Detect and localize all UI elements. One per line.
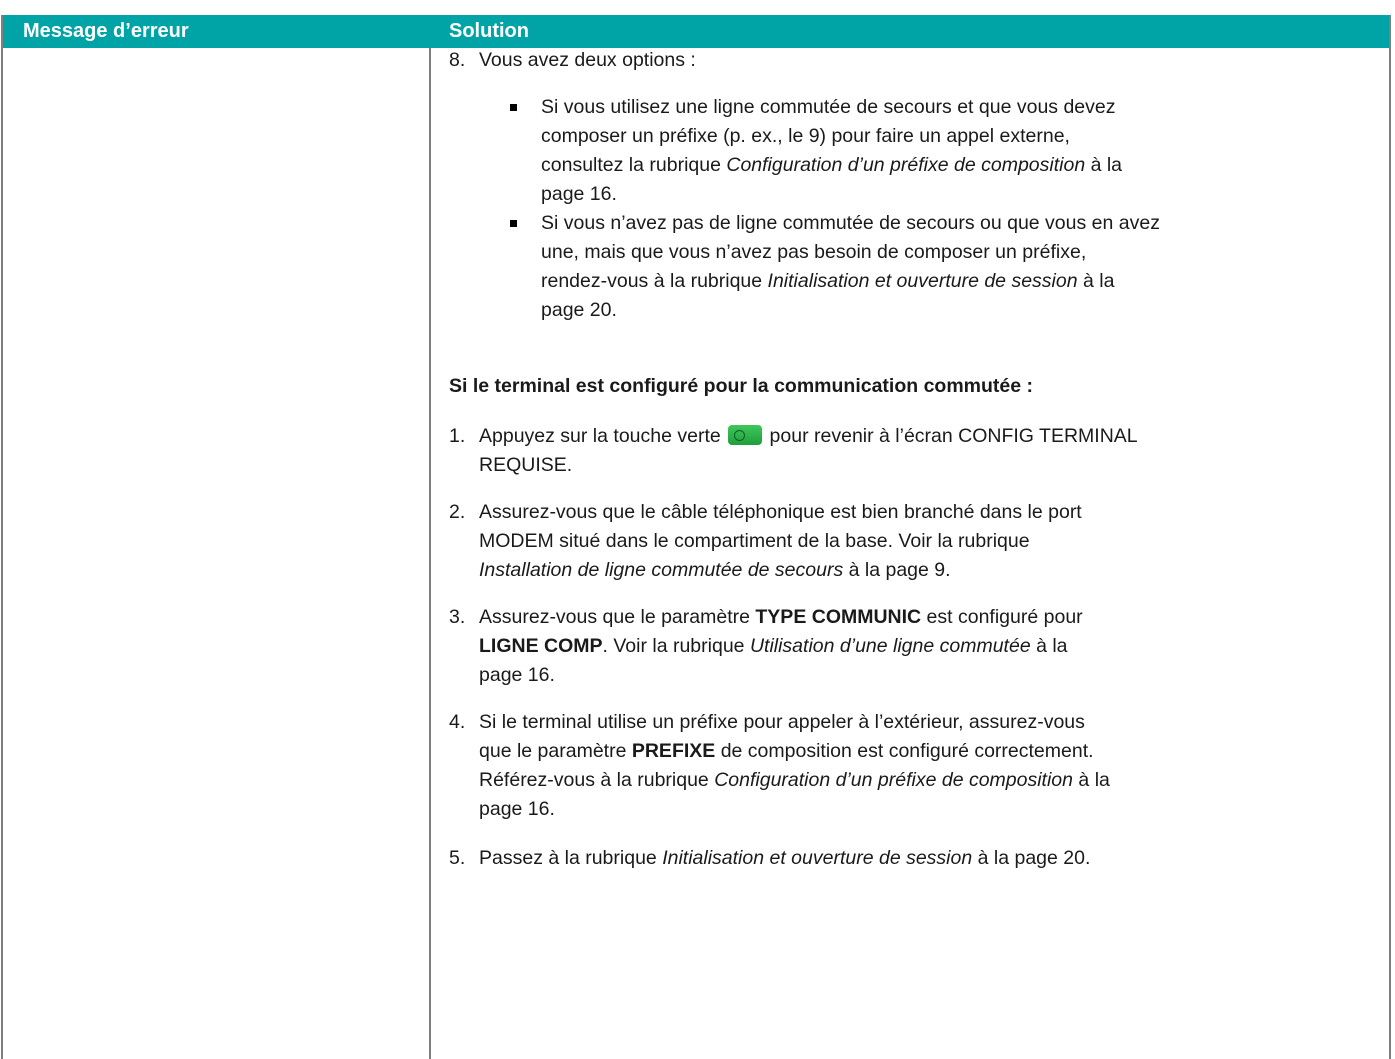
step-text: Assurez-vous que le câble téléphonique e… — [479, 501, 1082, 581]
bullet-line: page 20. — [541, 299, 617, 321]
troubleshooting-table: Message d’erreur Solution 8. Vous avez d… — [1, 15, 1391, 1059]
section-title: Si le terminal est configuré pour la com… — [449, 375, 1034, 397]
step-text: Appuyez sur la touche verte pour revenir… — [479, 425, 1138, 476]
header-error-message: Message d’erreur — [23, 20, 189, 42]
table-header: Message d’erreur Solution — [3, 15, 1389, 48]
step-text: Si le terminal utilise un préfixe pour a… — [479, 711, 1110, 820]
list-item: Si vous utilisez une ligne commutée de s… — [541, 93, 1349, 209]
step-number: 3. — [449, 606, 466, 628]
step-number: 8. — [449, 49, 466, 71]
bullet-line: une, mais que vous n’avez pas besoin de … — [541, 241, 1087, 263]
square-bullet-icon — [510, 104, 517, 111]
step-text: Passez à la rubrique Initialisation et o… — [479, 847, 1091, 869]
list-item: Si vous n’avez pas de ligne commutée de … — [541, 209, 1349, 325]
green-key-icon — [728, 425, 763, 445]
step-number: 5. — [449, 847, 466, 869]
step-number: 4. — [449, 711, 466, 733]
bullet-line: page 16. — [541, 183, 617, 205]
square-bullet-icon — [510, 220, 517, 227]
bullet-line: consultez la rubrique Configuration d’un… — [541, 154, 1123, 176]
step-number: 2. — [449, 501, 466, 523]
bullet-line: composer un préfixe (p. ex., le 9) pour … — [541, 125, 1070, 147]
bullet-line: Si vous n’avez pas de ligne commutée de … — [541, 212, 1160, 234]
header-solution: Solution — [449, 20, 529, 42]
step-text: Assurez-vous que le paramètre TYPE COMMU… — [479, 606, 1083, 686]
step-text: Vous avez deux options : — [479, 49, 696, 71]
column-divider — [429, 48, 431, 1059]
bullet-line: Si vous utilisez une ligne commutée de s… — [541, 96, 1116, 118]
step-number: 1. — [449, 425, 466, 447]
bullet-line: rendez-vous à la rubrique Initialisation… — [541, 270, 1115, 292]
